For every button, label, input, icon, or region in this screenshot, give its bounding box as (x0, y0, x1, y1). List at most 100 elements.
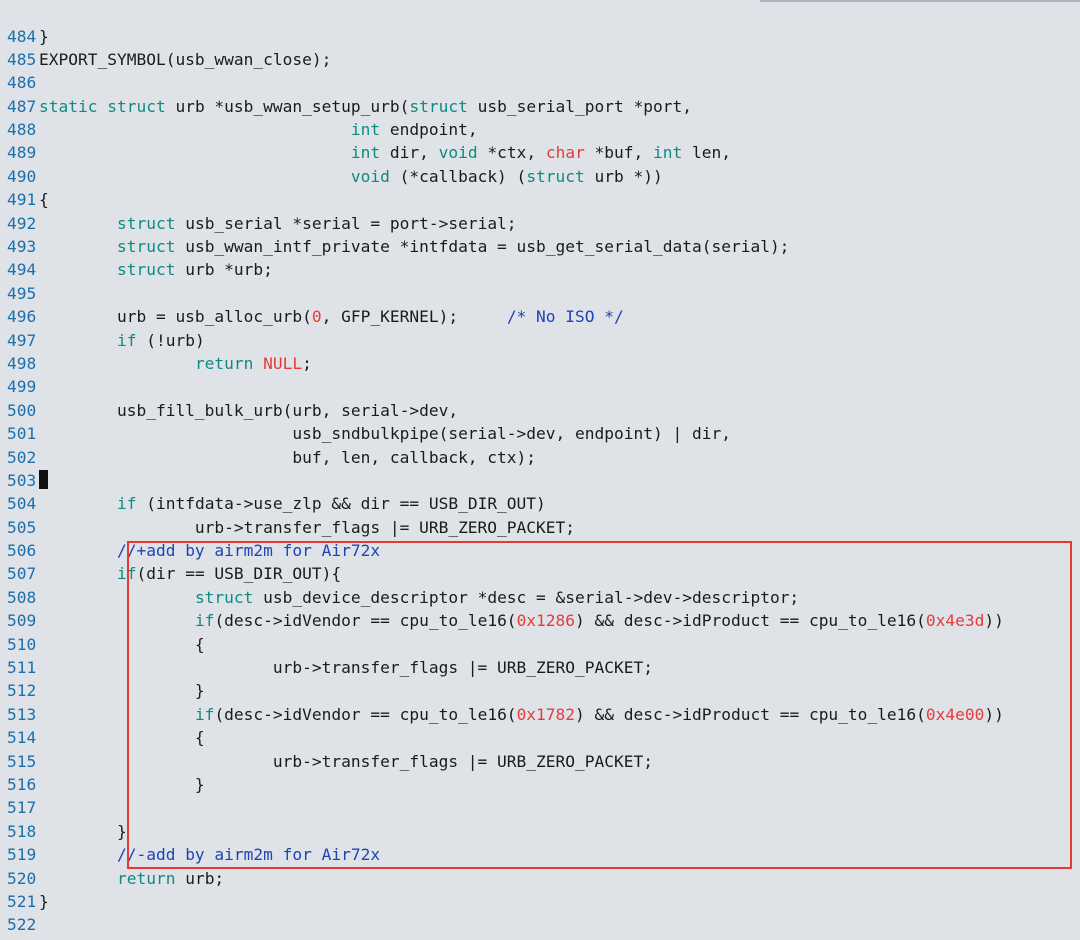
code-line[interactable]: 484} (0, 25, 1080, 48)
line-content: if(dir == USB_DIR_OUT){ (39, 564, 341, 583)
line-content: if(desc->idVendor == cpu_to_le16(0x1782)… (39, 705, 1004, 724)
line-number: 517 (7, 798, 37, 818)
code-line[interactable]: 521} (0, 890, 1080, 913)
code-editor[interactable]: 484} 485 EXPORT_SYMBOL(usb_wwan_close); 486… (0, 25, 1080, 937)
line-number: 522 (7, 915, 37, 935)
line-number: 520 (7, 868, 37, 888)
code-line[interactable]: 511 urb->transfer_flags |= URB_ZERO_PACK… (0, 656, 1080, 679)
code-token: if (194, 704, 215, 724)
code-line[interactable]: 495 (0, 282, 1080, 305)
code-line[interactable]: 497 if (!urb) (0, 329, 1080, 352)
line-content: } (39, 822, 127, 841)
code-token: struct (116, 237, 176, 257)
code-token: (intfdata->use_zlp && dir == USB_DIR_OUT… (136, 494, 546, 514)
code-line[interactable]: 522 (0, 913, 1080, 936)
code-line[interactable]: 486 (0, 71, 1080, 94)
code-line[interactable]: 506 //+add by airm2m for Air72x (0, 539, 1080, 562)
code-line[interactable]: 499 (0, 375, 1080, 398)
code-line[interactable]: 519 //-add by airm2m for Air72x (0, 843, 1080, 866)
code-line[interactable]: 517 (0, 796, 1080, 819)
code-line[interactable]: 520 return urb; (0, 867, 1080, 890)
code-token: static struct (39, 96, 166, 116)
code-token: } (39, 26, 49, 46)
code-token: urb->transfer_flags |= URB_ZERO_PACKET; (39, 517, 576, 537)
code-token: ; (302, 353, 312, 373)
code-token: urb = usb_alloc_urb( (39, 307, 312, 327)
code-token: int (350, 120, 381, 140)
code-line[interactable]: 510 { (0, 633, 1080, 656)
code-token: 0x1782 (516, 704, 576, 724)
code-line[interactable]: 515 urb->transfer_flags |= URB_ZERO_PACK… (0, 750, 1080, 773)
code-token: ) && desc->idProduct == cpu_to_le16( (575, 704, 926, 724)
code-line[interactable]: 507 if(dir == USB_DIR_OUT){ (0, 562, 1080, 585)
code-token: if (116, 494, 137, 514)
code-line[interactable]: 491{ (0, 188, 1080, 211)
code-token: usb_serial *serial = port->serial; (175, 213, 517, 233)
code-line[interactable]: 502 buf, len, callback, ctx); (0, 446, 1080, 469)
code-token: { (39, 634, 205, 654)
code-token: struct (116, 213, 176, 233)
code-token: int (653, 143, 683, 163)
code-line[interactable]: 516 } (0, 773, 1080, 796)
line-number: 495 (7, 283, 37, 303)
code-line[interactable]: 488 int endpoint, (0, 118, 1080, 141)
code-line[interactable]: 496 urb = usb_alloc_urb(0, GFP_KERNEL); … (0, 305, 1080, 328)
code-token: *buf, (584, 143, 654, 163)
code-line[interactable]: 504 if (intfdata->use_zlp && dir == USB_… (0, 492, 1080, 515)
line-content: struct urb *urb; (39, 260, 273, 279)
line-content: usb_sndbulkpipe(serial->dev, endpoint) |… (39, 424, 731, 443)
code-line[interactable]: 508 struct usb_device_descriptor *desc =… (0, 586, 1080, 609)
code-line[interactable]: 505 urb->transfer_flags |= URB_ZERO_PACK… (0, 516, 1080, 539)
code-line[interactable]: 485 EXPORT_SYMBOL(usb_wwan_close); (0, 48, 1080, 71)
code-token: len, (682, 143, 732, 163)
code-line[interactable]: 509 if(desc->idVendor == cpu_to_le16(0x1… (0, 609, 1080, 632)
code-line[interactable]: 514 { (0, 726, 1080, 749)
line-content: urb->transfer_flags |= URB_ZERO_PACKET; (39, 752, 653, 771)
code-line[interactable]: 487 static struct urb *usb_wwan_setup_urb… (0, 95, 1080, 118)
line-number: 518 (7, 821, 37, 841)
code-token: ) && desc->idProduct == cpu_to_le16( (575, 611, 926, 631)
line-content: buf, len, callback, ctx); (39, 448, 536, 467)
line-content: int endpoint, (39, 120, 478, 139)
line-number: 498 (7, 353, 37, 373)
code-line[interactable]: 500 usb_fill_bulk_urb(urb, serial->dev, (0, 399, 1080, 422)
code-token: endpoint, (380, 120, 478, 140)
line-number: 514 (7, 728, 37, 748)
line-number: 499 (7, 377, 37, 397)
line-content: //+add by airm2m for Air72x (39, 541, 380, 560)
code-token: *ctx, (477, 143, 546, 163)
code-line[interactable]: 503 (0, 469, 1080, 492)
code-token: char (545, 143, 585, 163)
code-token: usb_device_descriptor *desc = &serial->d… (253, 587, 800, 607)
code-token: struct (526, 166, 585, 186)
line-number: 516 (7, 775, 37, 794)
code-token: 0 (311, 307, 322, 327)
code-line[interactable]: 498 return NULL; (0, 352, 1080, 375)
code-line[interactable]: 493 struct usb_wwan_intf_private *intfda… (0, 235, 1080, 258)
code-line[interactable]: 492 struct usb_serial *serial = port->se… (0, 212, 1080, 235)
code-token: if (116, 564, 137, 584)
line-content: if (intfdata->use_zlp && dir == USB_DIR_… (39, 494, 546, 513)
line-content: { (39, 190, 49, 209)
line-number: 500 (7, 400, 37, 420)
code-line[interactable]: 513 if(desc->idVendor == cpu_to_le16(0x1… (0, 703, 1080, 726)
code-line[interactable]: 512 } (0, 679, 1080, 702)
code-token: urb *usb_wwan_setup_urb( (165, 96, 410, 116)
line-content: EXPORT_SYMBOL(usb_wwan_close); (39, 50, 331, 69)
line-number: 513 (7, 704, 37, 724)
code-token: (desc->idVendor == cpu_to_le16( (214, 704, 517, 724)
code-token: (!urb) (136, 330, 205, 350)
code-line[interactable]: 489 int dir, void *ctx, char *buf, int l… (0, 141, 1080, 164)
line-content: int dir, void *ctx, char *buf, int len, (39, 143, 731, 162)
code-line[interactable]: 518 } (0, 820, 1080, 843)
line-content: urb->transfer_flags |= URB_ZERO_PACKET; (39, 518, 575, 537)
line-content: } (39, 681, 205, 700)
code-line[interactable]: 501 usb_sndbulkpipe(serial->dev, endpoin… (0, 422, 1080, 445)
code-token: struct (194, 587, 254, 607)
code-line[interactable]: 494 struct urb *urb; (0, 258, 1080, 281)
code-line[interactable]: 490 void (*callback) (struct urb *)) (0, 165, 1080, 188)
